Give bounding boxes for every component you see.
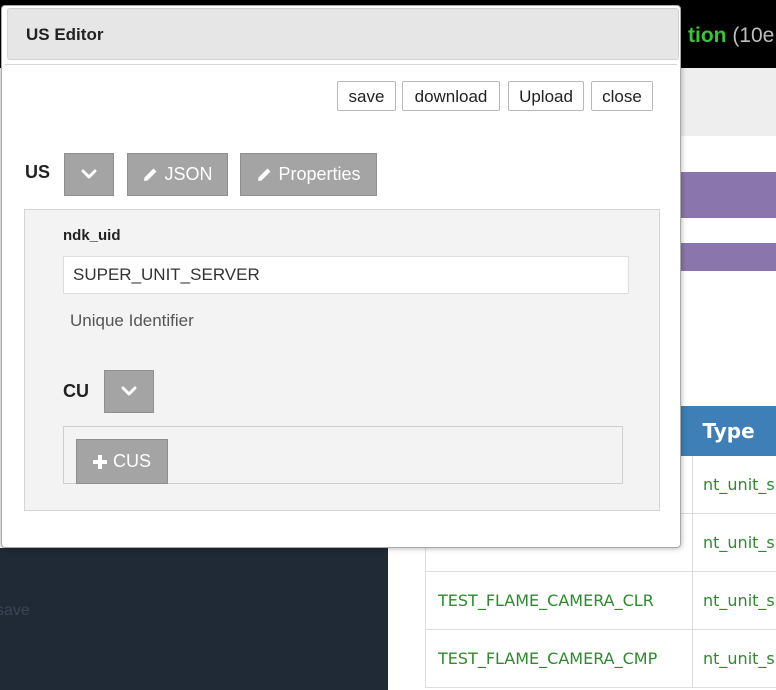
us-properties-panel: ndk_uid Unique Identifier CU CUS — [24, 209, 660, 511]
section-bar-secondary — [680, 243, 776, 271]
plus-icon — [92, 454, 107, 469]
cu-collapse-button[interactable] — [104, 370, 154, 413]
section-bar — [680, 172, 776, 218]
edit-properties-button[interactable]: Properties — [240, 153, 377, 196]
chevron-down-icon — [81, 169, 97, 180]
edit-json-label: JSON — [164, 164, 213, 184]
field-label-ndk-uid: ndk_uid — [63, 227, 121, 244]
table-header-type: Type — [692, 406, 776, 456]
save-button[interactable]: save — [337, 81, 396, 111]
toolbar-strip — [680, 68, 776, 136]
dialog-title: US Editor — [26, 25, 104, 44]
pencil-icon — [142, 167, 158, 183]
download-button[interactable]: download — [402, 81, 500, 111]
ndk-uid-input[interactable] — [63, 256, 629, 294]
close-button[interactable]: close — [591, 81, 653, 111]
us-editor-dialog: US Editor save download Upload close US … — [1, 5, 681, 548]
edit-json-button[interactable]: JSON — [127, 153, 228, 196]
add-cus-label: CUS — [112, 451, 151, 471]
cu-label: CU — [63, 381, 89, 401]
header-divider — [5, 64, 677, 65]
app-title: tion (10e — [688, 24, 774, 48]
table-cell-type: nt_unit_s — [692, 629, 776, 688]
table-cell-type: nt_unit_s — [692, 456, 776, 514]
app-title-rest: (10e — [726, 24, 775, 47]
table-cell-name[interactable]: TEST_FLAME_CAMERA_CMP — [425, 629, 693, 688]
app-title-highlight: tion — [688, 24, 727, 47]
ghost-save-text: save — [0, 602, 30, 619]
pencil-icon — [256, 167, 272, 183]
us-collapse-button[interactable] — [64, 153, 114, 196]
us-label: US — [25, 162, 51, 182]
cu-list-panel: CUS — [63, 426, 623, 484]
table-row[interactable]: TEST_FLAME_CAMERA_CLR nt_unit_s — [425, 571, 776, 630]
dark-panel: save — [0, 548, 388, 690]
table-cell-name[interactable]: TEST_FLAME_CAMERA_CLR — [425, 571, 693, 630]
edit-properties-label: Properties — [278, 164, 361, 184]
dialog-header[interactable]: US Editor — [7, 8, 679, 60]
add-cus-button[interactable]: CUS — [76, 439, 168, 484]
field-help-text: Unique Identifier — [70, 311, 194, 330]
table-row[interactable]: TEST_FLAME_CAMERA_CMP nt_unit_s — [425, 629, 776, 688]
table-cell-type: nt_unit_s — [692, 513, 776, 572]
table-cell-type: nt_unit_s — [692, 571, 776, 630]
upload-button[interactable]: Upload — [508, 81, 584, 111]
chevron-down-icon — [121, 386, 137, 397]
